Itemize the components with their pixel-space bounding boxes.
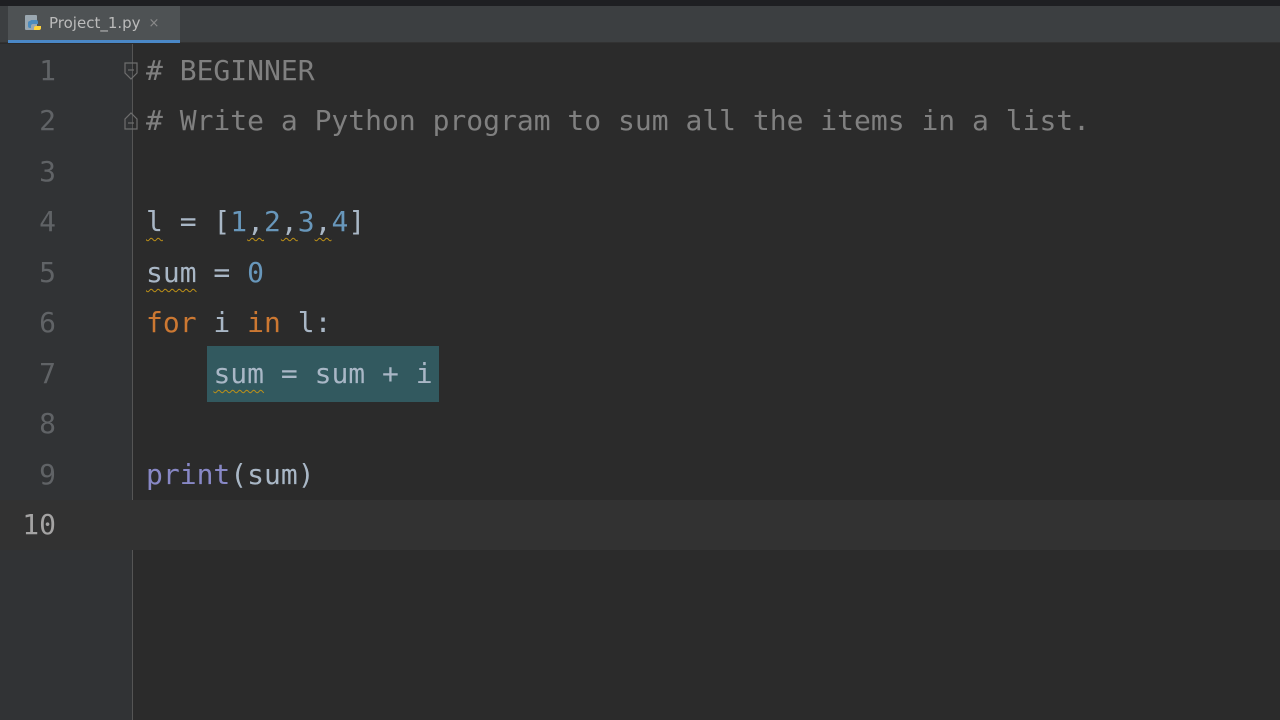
- fold-start-icon[interactable]: [123, 62, 139, 80]
- code-text[interactable]: for i in l:: [146, 298, 331, 348]
- identifier-token: (sum): [230, 458, 315, 491]
- text-selection[interactable]: sum = sum + i: [207, 346, 439, 402]
- number-token: 4: [331, 205, 349, 238]
- number-token: 0: [247, 256, 265, 289]
- editor-tab-bar: Project_1.py ×: [0, 6, 1280, 43]
- line-number: 3: [39, 155, 56, 188]
- comma-token: ,: [280, 205, 298, 238]
- code-line: 8: [0, 399, 1280, 449]
- code-line: 7 sum = sum + i: [0, 346, 1280, 402]
- code-line: 1 # BEGINNER: [0, 46, 1280, 96]
- keyword-token: for: [146, 306, 197, 339]
- keyword-token: in: [247, 306, 281, 339]
- comma-token: ,: [247, 205, 265, 238]
- code-line: 3: [0, 147, 1280, 197]
- code-text[interactable]: l = [1,2,3,4]: [146, 197, 365, 247]
- code-text[interactable]: print(sum): [146, 450, 315, 500]
- line-number: 2: [39, 104, 56, 137]
- tab-label: Project_1.py: [49, 14, 141, 32]
- expression-token: = sum + i: [264, 357, 433, 390]
- code-text[interactable]: sum = sum + i: [146, 346, 439, 402]
- line-number: 5: [39, 256, 56, 289]
- number-token: 3: [297, 205, 315, 238]
- line-number: 6: [39, 306, 56, 339]
- line-number: 8: [39, 407, 56, 440]
- line-number: 10: [22, 508, 56, 541]
- number-token: 1: [230, 205, 248, 238]
- comment-token: # Write a Python program to sum all the …: [146, 104, 1091, 137]
- code-line: 9 print(sum): [0, 450, 1280, 500]
- fold-end-icon[interactable]: [123, 112, 139, 130]
- comment-token: # BEGINNER: [146, 54, 315, 87]
- operator-token: = [: [162, 205, 231, 238]
- code-line: 2 # Write a Python program to sum all th…: [0, 96, 1280, 146]
- line-number: 9: [39, 458, 56, 491]
- tab-project-1-py[interactable]: Project_1.py ×: [8, 6, 180, 43]
- operator-token: =: [196, 256, 248, 289]
- builtin-token: print: [146, 458, 231, 491]
- python-file-icon: [24, 14, 42, 32]
- identifier-token: l: [146, 205, 163, 238]
- identifier-token: i: [196, 306, 248, 339]
- line-number: 4: [39, 205, 56, 238]
- line-number: 7: [39, 357, 56, 390]
- code-line: 4 l = [1,2,3,4]: [0, 197, 1280, 247]
- comma-token: ,: [314, 205, 332, 238]
- code-line: 6 for i in l:: [0, 298, 1280, 348]
- bracket-token: ]: [348, 205, 366, 238]
- identifier-token: sum: [146, 256, 197, 289]
- close-icon[interactable]: ×: [149, 16, 160, 31]
- identifier-token: sum: [213, 357, 265, 390]
- code-line: 5 sum = 0: [0, 248, 1280, 298]
- current-code-line: 10: [0, 500, 1280, 550]
- line-number: 1: [39, 54, 56, 87]
- identifier-token: l:: [280, 306, 332, 339]
- number-token: 2: [264, 205, 281, 238]
- code-text[interactable]: sum = 0: [146, 248, 264, 298]
- code-text[interactable]: # BEGINNER: [146, 46, 315, 96]
- code-text[interactable]: # Write a Python program to sum all the …: [146, 96, 1090, 146]
